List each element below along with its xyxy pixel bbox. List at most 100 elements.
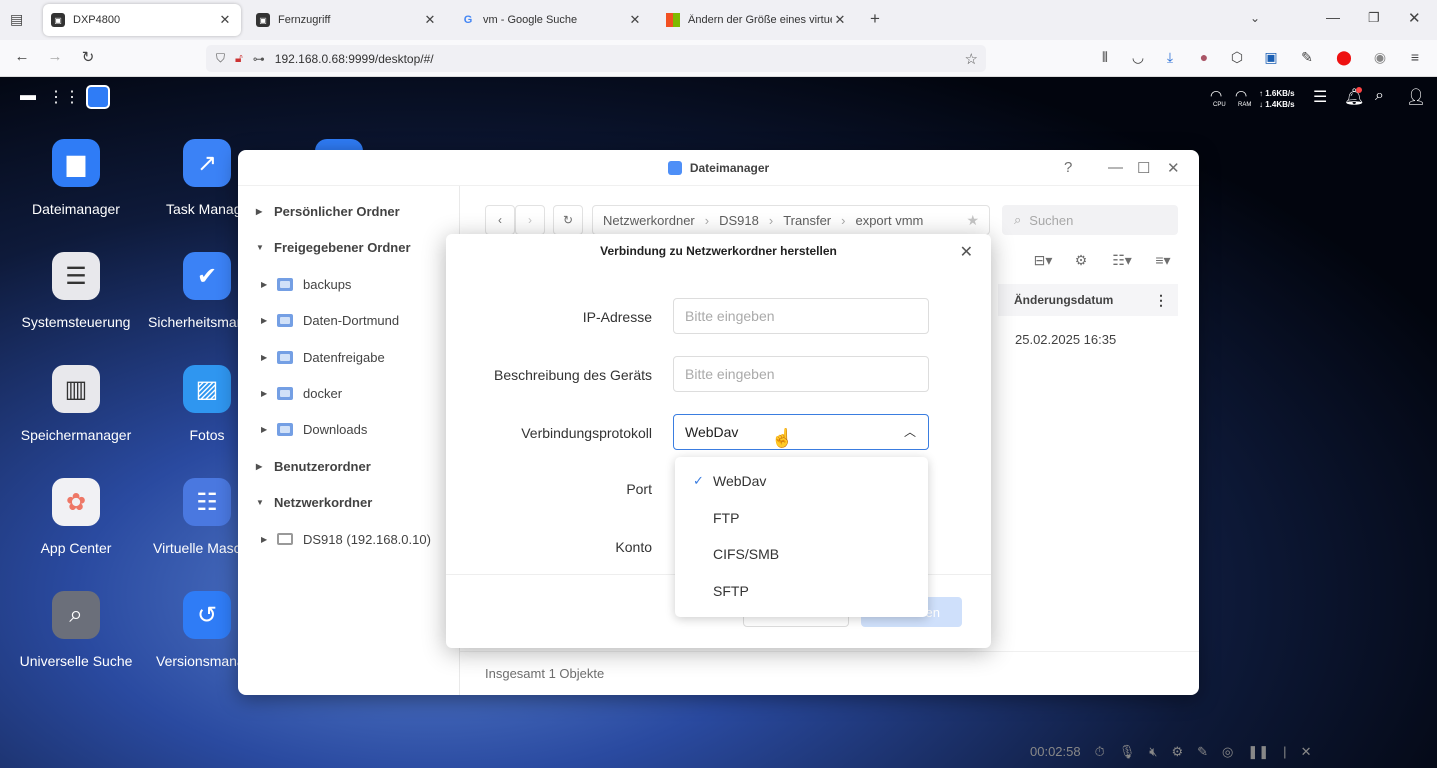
insecure-lock-icon[interactable]: 🔓︎ xyxy=(235,51,243,66)
protocol-select[interactable]: WebDav ︿ xyxy=(673,414,929,450)
option-label: CIFS/SMB xyxy=(713,546,780,562)
protocol-label: Verbindungsprotokoll xyxy=(521,425,652,441)
screenshot-extension-icon[interactable]: ▣ xyxy=(1260,49,1282,66)
recording-settings-icon[interactable]: ⚙ xyxy=(1171,744,1183,760)
search-db-icon: ⌕ xyxy=(52,591,100,639)
desktop-icon-security[interactable]: ✔ Sicherheitsman xyxy=(137,252,238,330)
desktop-icon-label: Versionsmana xyxy=(156,653,238,669)
opera-extension-icon[interactable]: ⬤ xyxy=(1333,49,1355,66)
nas-topbar: ▬ ⋮⋮⋮ ◠ CPU ◠ RAM ↑ 1.6KB/s ↓ 1.4KB/s ☰ … xyxy=(0,77,1437,119)
file-manager-taskbar-icon[interactable] xyxy=(86,85,110,109)
stop-icon[interactable]: | xyxy=(1283,744,1286,759)
option-label: FTP xyxy=(713,510,740,526)
close-browser-icon[interactable]: ✕ xyxy=(1408,9,1421,27)
show-desktop-icon[interactable]: ▬ xyxy=(20,87,36,105)
recording-timer: 00:02:58 xyxy=(1030,744,1081,759)
desktop-icon-version-manager[interactable]: ↺ Versionsmana xyxy=(137,591,238,669)
bookmark-star-icon[interactable]: ☆ xyxy=(965,50,978,68)
url-text: 192.168.0.68:9999/desktop/#/ xyxy=(274,51,434,66)
close-recording-icon[interactable]: ✕ xyxy=(1301,744,1312,760)
desktop-icon-label: Systemsteuerung xyxy=(21,314,131,330)
protocol-option-sftp[interactable]: SFTP xyxy=(675,573,928,609)
desktop-icon-label: Task Manag xyxy=(166,201,238,217)
tab-microsoft-doc[interactable]: Ändern der Größe eines virtuellen ✕ xyxy=(658,4,856,36)
back-icon[interactable]: ← xyxy=(11,48,33,65)
cpu-label: CPU xyxy=(1213,102,1226,108)
sliders-icon: ☰ xyxy=(52,252,100,300)
new-tab-icon[interactable]: + xyxy=(870,9,880,29)
shield-icon: ✔ xyxy=(183,252,231,300)
apps-icon: ✿ xyxy=(52,478,100,526)
desktop-icon-task-manager[interactable]: ↗ Task Manag xyxy=(137,139,238,217)
stopwatch-icon[interactable]: ⏱ xyxy=(1095,744,1105,760)
checkmark-icon: ✓ xyxy=(693,473,704,488)
browser-toolbar: ← → ↻ ⛉ 🔓︎ ⊶ 192.168.0.68:9999/desktop/#… xyxy=(0,40,1437,77)
desktop-icon-speichermanager[interactable]: ▥ Speichermanager xyxy=(6,365,146,443)
desktop-icon-label: Fotos xyxy=(189,427,225,443)
desktop-icon-label: App Center xyxy=(40,540,112,556)
list-tabs-icon[interactable]: ⌄ xyxy=(1250,11,1260,25)
microsoft-favicon-icon xyxy=(666,13,680,27)
protocol-selected-value: WebDav xyxy=(685,424,739,440)
browser-tab-bar: ▤ ▣ DXP4800 ✕ ▣ Fernzugriff ✕ G vm - Goo… xyxy=(0,0,1437,40)
tab-title: vm - Google Suche xyxy=(483,14,578,26)
webcam-icon[interactable]: ◎ xyxy=(1222,744,1233,760)
addon-badge-icon[interactable]: ◉ xyxy=(1369,49,1391,66)
pause-icon[interactable]: ❚❚ xyxy=(1247,744,1269,760)
tracking-shield-icon[interactable]: ⛉ xyxy=(216,51,225,66)
close-dialog-icon[interactable]: ✕ xyxy=(960,242,973,262)
desktop-icon-systemsteuerung[interactable]: ☰ Systemsteuerung xyxy=(6,252,146,330)
app-menu-icon[interactable]: ≡ xyxy=(1404,49,1426,65)
restore-browser-icon[interactable]: ❐ xyxy=(1368,10,1380,26)
folder-icon: ▆ xyxy=(52,139,100,187)
protocol-option-webdav[interactable]: ✓ WebDav xyxy=(675,463,928,499)
restore-icon: ↺ xyxy=(183,591,231,639)
notification-dot xyxy=(1356,87,1362,93)
close-tab-icon[interactable]: ✕ xyxy=(627,12,643,28)
google-favicon-icon: G xyxy=(463,14,473,26)
extensions-icon[interactable]: ⬡ xyxy=(1226,49,1248,66)
port-label: Port xyxy=(626,481,652,497)
desktop-icon-dateimanager[interactable]: ▆ Dateimanager xyxy=(6,139,146,217)
library-icon[interactable]: ⫴ xyxy=(1094,49,1116,66)
minimize-browser-icon[interactable]: — xyxy=(1326,9,1340,25)
desktop-icon-universal-search[interactable]: ⌕ Universelle Suche xyxy=(6,591,146,669)
chart-icon: ↗ xyxy=(183,139,231,187)
device-description-input[interactable]: Bitte eingeben xyxy=(673,356,929,392)
close-tab-icon[interactable]: ✕ xyxy=(832,12,848,28)
permissions-key-icon[interactable]: ⊶ xyxy=(253,52,265,66)
color-picker-icon[interactable]: ✎ xyxy=(1296,49,1318,66)
tab-dxp4800[interactable]: ▣ DXP4800 ✕ xyxy=(43,4,241,36)
task-list-icon[interactable]: ☰ xyxy=(1313,87,1327,107)
photo-icon: ▨ xyxy=(183,365,231,413)
protocol-option-ftp[interactable]: FTP xyxy=(675,500,928,536)
tab-overview-icon[interactable]: ▤ xyxy=(10,11,23,28)
address-bar[interactable]: ⛉ 🔓︎ ⊶ 192.168.0.68:9999/desktop/#/ ☆ xyxy=(206,45,986,72)
profile-avatar-icon[interactable]: ● xyxy=(1193,49,1215,65)
tab-google-search[interactable]: G vm - Google Suche ✕ xyxy=(453,4,651,36)
dialog-title: Verbindung zu Netzwerkordner herstellen xyxy=(600,244,837,258)
input-placeholder: Bitte eingeben xyxy=(685,366,775,382)
protocol-option-cifs-smb[interactable]: CIFS/SMB xyxy=(675,536,928,572)
reload-icon[interactable]: ↻ xyxy=(77,48,99,66)
desktop-icon-label: Dateimanager xyxy=(32,201,120,217)
user-icon[interactable]: 👤︎ xyxy=(1406,87,1426,107)
speaker-muted-icon[interactable]: 🔇︎ xyxy=(1149,744,1157,760)
tab-fernzugriff[interactable]: ▣ Fernzugriff ✕ xyxy=(248,4,446,36)
tab-title: Fernzugriff xyxy=(278,14,331,26)
ip-address-label: IP-Adresse xyxy=(582,309,652,325)
close-tab-icon[interactable]: ✕ xyxy=(217,12,233,28)
chevron-up-icon: ︿ xyxy=(903,425,916,439)
pen-icon[interactable]: ✎ xyxy=(1197,744,1208,760)
search-icon[interactable]: ⌕ xyxy=(1375,87,1384,105)
pocket-icon[interactable]: ◡ xyxy=(1127,49,1149,66)
upload-rate: ↑ 1.6KB/s xyxy=(1259,89,1295,98)
microphone-icon[interactable]: 🎙︎ xyxy=(1119,744,1136,760)
ip-address-input[interactable]: Bitte eingeben xyxy=(673,298,929,334)
close-tab-icon[interactable]: ✕ xyxy=(422,12,438,28)
desktop-icon-virtual-machines[interactable]: ☷ Virtuelle Masc xyxy=(137,478,238,556)
option-label: SFTP xyxy=(713,583,749,599)
downloads-icon[interactable]: ⤓ xyxy=(1159,49,1181,66)
desktop-icon-app-center[interactable]: ✿ App Center xyxy=(6,478,146,556)
forward-icon[interactable]: → xyxy=(44,48,66,65)
